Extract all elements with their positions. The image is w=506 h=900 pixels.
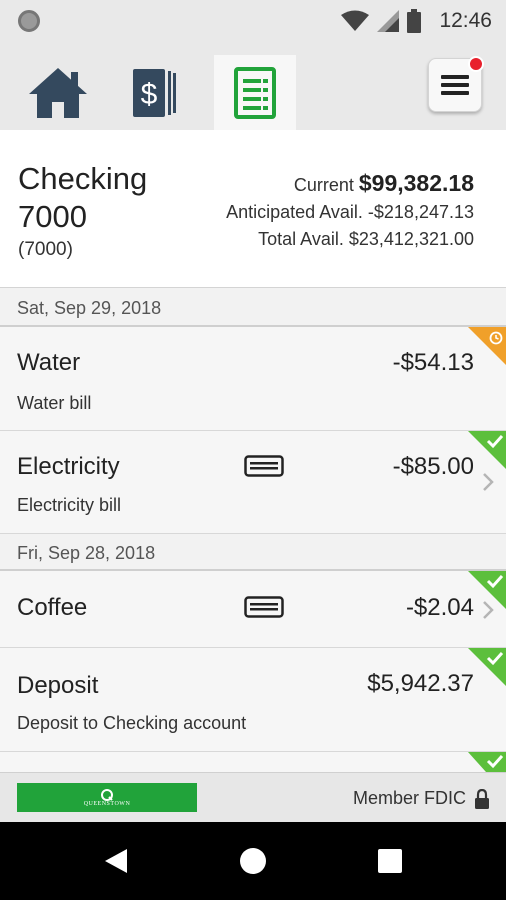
home-icon <box>29 67 87 118</box>
home-circle-icon <box>240 848 266 874</box>
dollar-cards-icon: $ <box>133 68 176 117</box>
footer: QUEENSTOWN Member FDIC <box>0 772 506 822</box>
system-nav-bar <box>0 822 506 900</box>
transaction-amount: $5,942.37 <box>367 670 474 697</box>
transaction-description: Electricity bill <box>17 495 122 515</box>
transaction-row[interactable]: Deposit Deposit to Checking account $5,9… <box>0 648 506 752</box>
clock: 12:46 <box>439 9 492 32</box>
transaction-amount: -$85.00 <box>392 453 474 480</box>
card-icon <box>244 455 284 477</box>
chevron-right-icon <box>483 473 494 491</box>
status-bar: 12:46 <box>0 0 506 42</box>
account-header: Checking 7000 (7000) Current $99,382.18 … <box>0 130 506 288</box>
ledger-icon <box>234 66 276 119</box>
member-fdic: Member FDIC <box>353 788 490 809</box>
fdic-label: Member FDIC <box>352 788 466 808</box>
total-balance-row: Total Avail. $23,412,321.00 <box>226 226 474 253</box>
tab-accounts[interactable]: $ <box>115 55 197 130</box>
account-balances: Current $99,382.18 Anticipated Avail. -$… <box>226 170 474 253</box>
top-nav: $ <box>0 42 506 130</box>
account-name: Checking 7000 <box>18 161 148 234</box>
back-button[interactable] <box>101 846 131 876</box>
bank-logo: QUEENSTOWN <box>17 783 197 812</box>
bank-logo-text: QUEENSTOWN <box>83 800 131 807</box>
transaction-title: Water <box>17 349 81 376</box>
transaction-amount: -$2.04 <box>405 594 474 621</box>
anticipated-balance-row: Anticipated Avail. -$218,247.13 <box>226 199 474 226</box>
recents-square-icon <box>378 849 402 873</box>
transaction-row[interactable]: Coffee -$2.04 <box>0 571 506 648</box>
card-icon <box>244 596 284 618</box>
current-balance-label: Current <box>293 175 354 195</box>
transaction-title: Electricity <box>17 453 120 480</box>
battery-icon <box>407 9 422 33</box>
date-header: Fri, Sep 28, 2018 <box>0 534 506 571</box>
back-triangle-icon <box>105 849 127 873</box>
recents-button[interactable] <box>375 846 405 876</box>
lock-icon <box>475 788 489 809</box>
transaction-description: Deposit to Checking account <box>17 713 247 733</box>
cleared-check-icon <box>468 571 506 609</box>
date-header: Sat, Sep 29, 2018 <box>0 288 506 327</box>
cell-signal-icon <box>377 10 400 32</box>
notification-badge <box>468 56 484 72</box>
menu-button[interactable] <box>428 56 484 112</box>
transaction-row[interactable]: Water Water bill -$54.13 <box>0 327 506 431</box>
current-balance-value: $99,382.18 <box>358 170 474 196</box>
svg-text:$: $ <box>141 78 158 111</box>
current-balance-row: Current $99,382.18 <box>226 170 474 199</box>
anticipated-balance-label: Anticipated Avail. <box>226 202 363 222</box>
wifi-icon <box>341 10 370 31</box>
tab-home[interactable] <box>17 55 99 130</box>
cleared-check-icon <box>468 752 506 772</box>
transaction-title: Deposit <box>17 672 99 699</box>
anticipated-balance-value: -$218,247.13 <box>367 202 474 222</box>
home-button[interactable] <box>238 846 268 876</box>
tab-transactions[interactable] <box>214 55 296 130</box>
account-number: (7000) <box>18 239 73 260</box>
transaction-title: Coffee <box>17 594 88 621</box>
total-balance-value: $23,412,321.00 <box>348 229 474 249</box>
transaction-row[interactable]: Electricity Electricity bill -$85.00 <box>0 431 506 534</box>
notification-dot-icon <box>18 10 40 32</box>
bank-logo-emblem-icon <box>101 788 113 801</box>
cleared-check-icon <box>468 648 506 686</box>
transaction-description: Water bill <box>17 393 92 413</box>
hamburger-menu-icon <box>441 75 469 95</box>
pending-clock-icon <box>468 327 506 365</box>
status-icons: 12:46 <box>341 6 492 36</box>
cleared-check-icon <box>468 431 506 469</box>
transaction-amount: -$54.13 <box>392 349 474 376</box>
total-balance-label: Total Avail. <box>258 229 344 249</box>
transaction-row[interactable] <box>0 752 506 772</box>
